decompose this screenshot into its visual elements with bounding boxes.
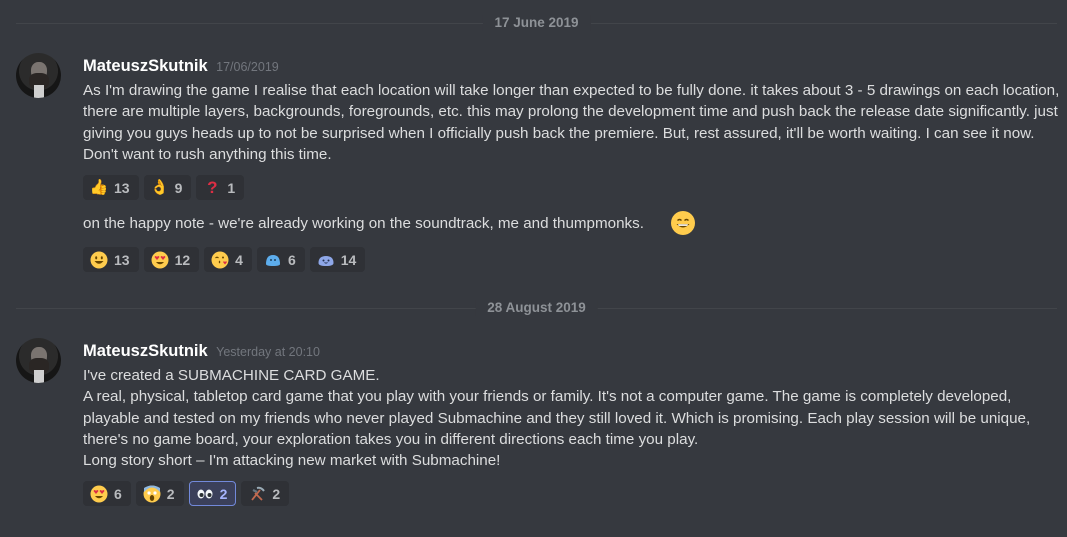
message-line: I've created a SUBMACHINE CARD GAME. — [83, 367, 380, 384]
timestamp[interactable]: Yesterday at 20:10 — [216, 345, 320, 359]
avatar[interactable] — [16, 338, 61, 383]
reaction-blue-blob-smile[interactable]: 14 — [309, 247, 366, 272]
heart-eyes-icon — [151, 251, 169, 269]
heart-eyes-icon — [90, 485, 108, 503]
message-text: As I'm drawing the game I realise that e… — [83, 80, 1063, 165]
username[interactable]: MateuszSkutnik — [83, 342, 208, 360]
hammer-pick-icon — [248, 485, 266, 503]
reaction-scream[interactable]: 2 — [135, 481, 184, 506]
reaction-count: 6 — [114, 485, 122, 502]
reaction-bar: 6 2 2 2 — [83, 481, 290, 507]
grinning-face-icon — [671, 211, 695, 235]
message-text: I've created a SUBMACHINE CARD GAME. A r… — [83, 365, 1063, 471]
reaction-count: 14 — [340, 251, 357, 268]
reaction-count: 12 — [174, 251, 191, 268]
reaction-bar: 👍 13 👌 9 ? 1 — [83, 175, 245, 201]
message-body-followup: on the happy note - we're already workin… — [83, 215, 644, 232]
reaction-count: 4 — [235, 251, 243, 268]
message-header: MateuszSkutnik Yesterday at 20:10 — [83, 342, 320, 362]
reaction-count: 1 — [227, 179, 236, 196]
date-divider-label: 17 June 2019 — [482, 15, 591, 31]
reaction-count: 9 — [174, 179, 183, 196]
blue-blob-smile-icon — [317, 251, 335, 269]
red-question-mark-icon: ? — [207, 177, 218, 197]
eyes-icon — [196, 485, 214, 503]
message-text: on the happy note - we're already workin… — [83, 213, 683, 234]
reaction-kissing-heart[interactable]: 4 — [204, 247, 252, 272]
reaction-count: 2 — [272, 485, 281, 502]
reaction-heart-eyes[interactable]: 6 — [83, 481, 131, 506]
reaction-bar: 13 12 4 6 14 — [83, 247, 366, 273]
thumbs-up-icon: 👍 — [89, 178, 109, 196]
date-divider-1: 17 June 2019 — [16, 15, 1057, 31]
reaction-heart-eyes[interactable]: 12 — [143, 247, 200, 272]
date-divider-2: 28 August 2019 — [16, 300, 1057, 316]
reaction-blue-blob[interactable]: 6 — [256, 247, 305, 272]
reaction-hammer-pick[interactable]: 2 — [241, 481, 290, 506]
reaction-grinning[interactable]: 13 — [83, 247, 139, 272]
reaction-eyes[interactable]: 2 — [188, 481, 237, 506]
message-header: MateuszSkutnik 17/06/2019 — [83, 57, 279, 77]
scream-icon — [143, 485, 161, 503]
message-line: Long story short – I'm attacking new mar… — [83, 452, 501, 470]
reaction-count: 13 — [114, 251, 130, 268]
username[interactable]: MateuszSkutnik — [83, 57, 208, 75]
kissing-heart-icon — [211, 251, 229, 269]
message-line: A real, physical, tabletop card game tha… — [83, 388, 1031, 448]
reaction-count: 2 — [219, 485, 228, 502]
ok-hand-icon: 👌 — [150, 178, 169, 196]
reaction-thumbs-up[interactable]: 👍 13 — [83, 175, 139, 200]
blue-blob-icon — [264, 251, 282, 269]
reaction-question[interactable]: ? 1 — [196, 175, 245, 200]
timestamp[interactable]: 17/06/2019 — [216, 60, 279, 74]
reaction-ok-hand[interactable]: 👌 9 — [143, 175, 192, 200]
avatar[interactable] — [16, 53, 61, 98]
grinning-face-icon — [90, 251, 108, 269]
reaction-count: 2 — [166, 485, 175, 502]
reaction-count: 13 — [114, 179, 130, 196]
reaction-count: 6 — [287, 251, 296, 268]
date-divider-label: 28 August 2019 — [475, 300, 598, 316]
message-body: As I'm drawing the game I realise that e… — [83, 82, 1060, 163]
